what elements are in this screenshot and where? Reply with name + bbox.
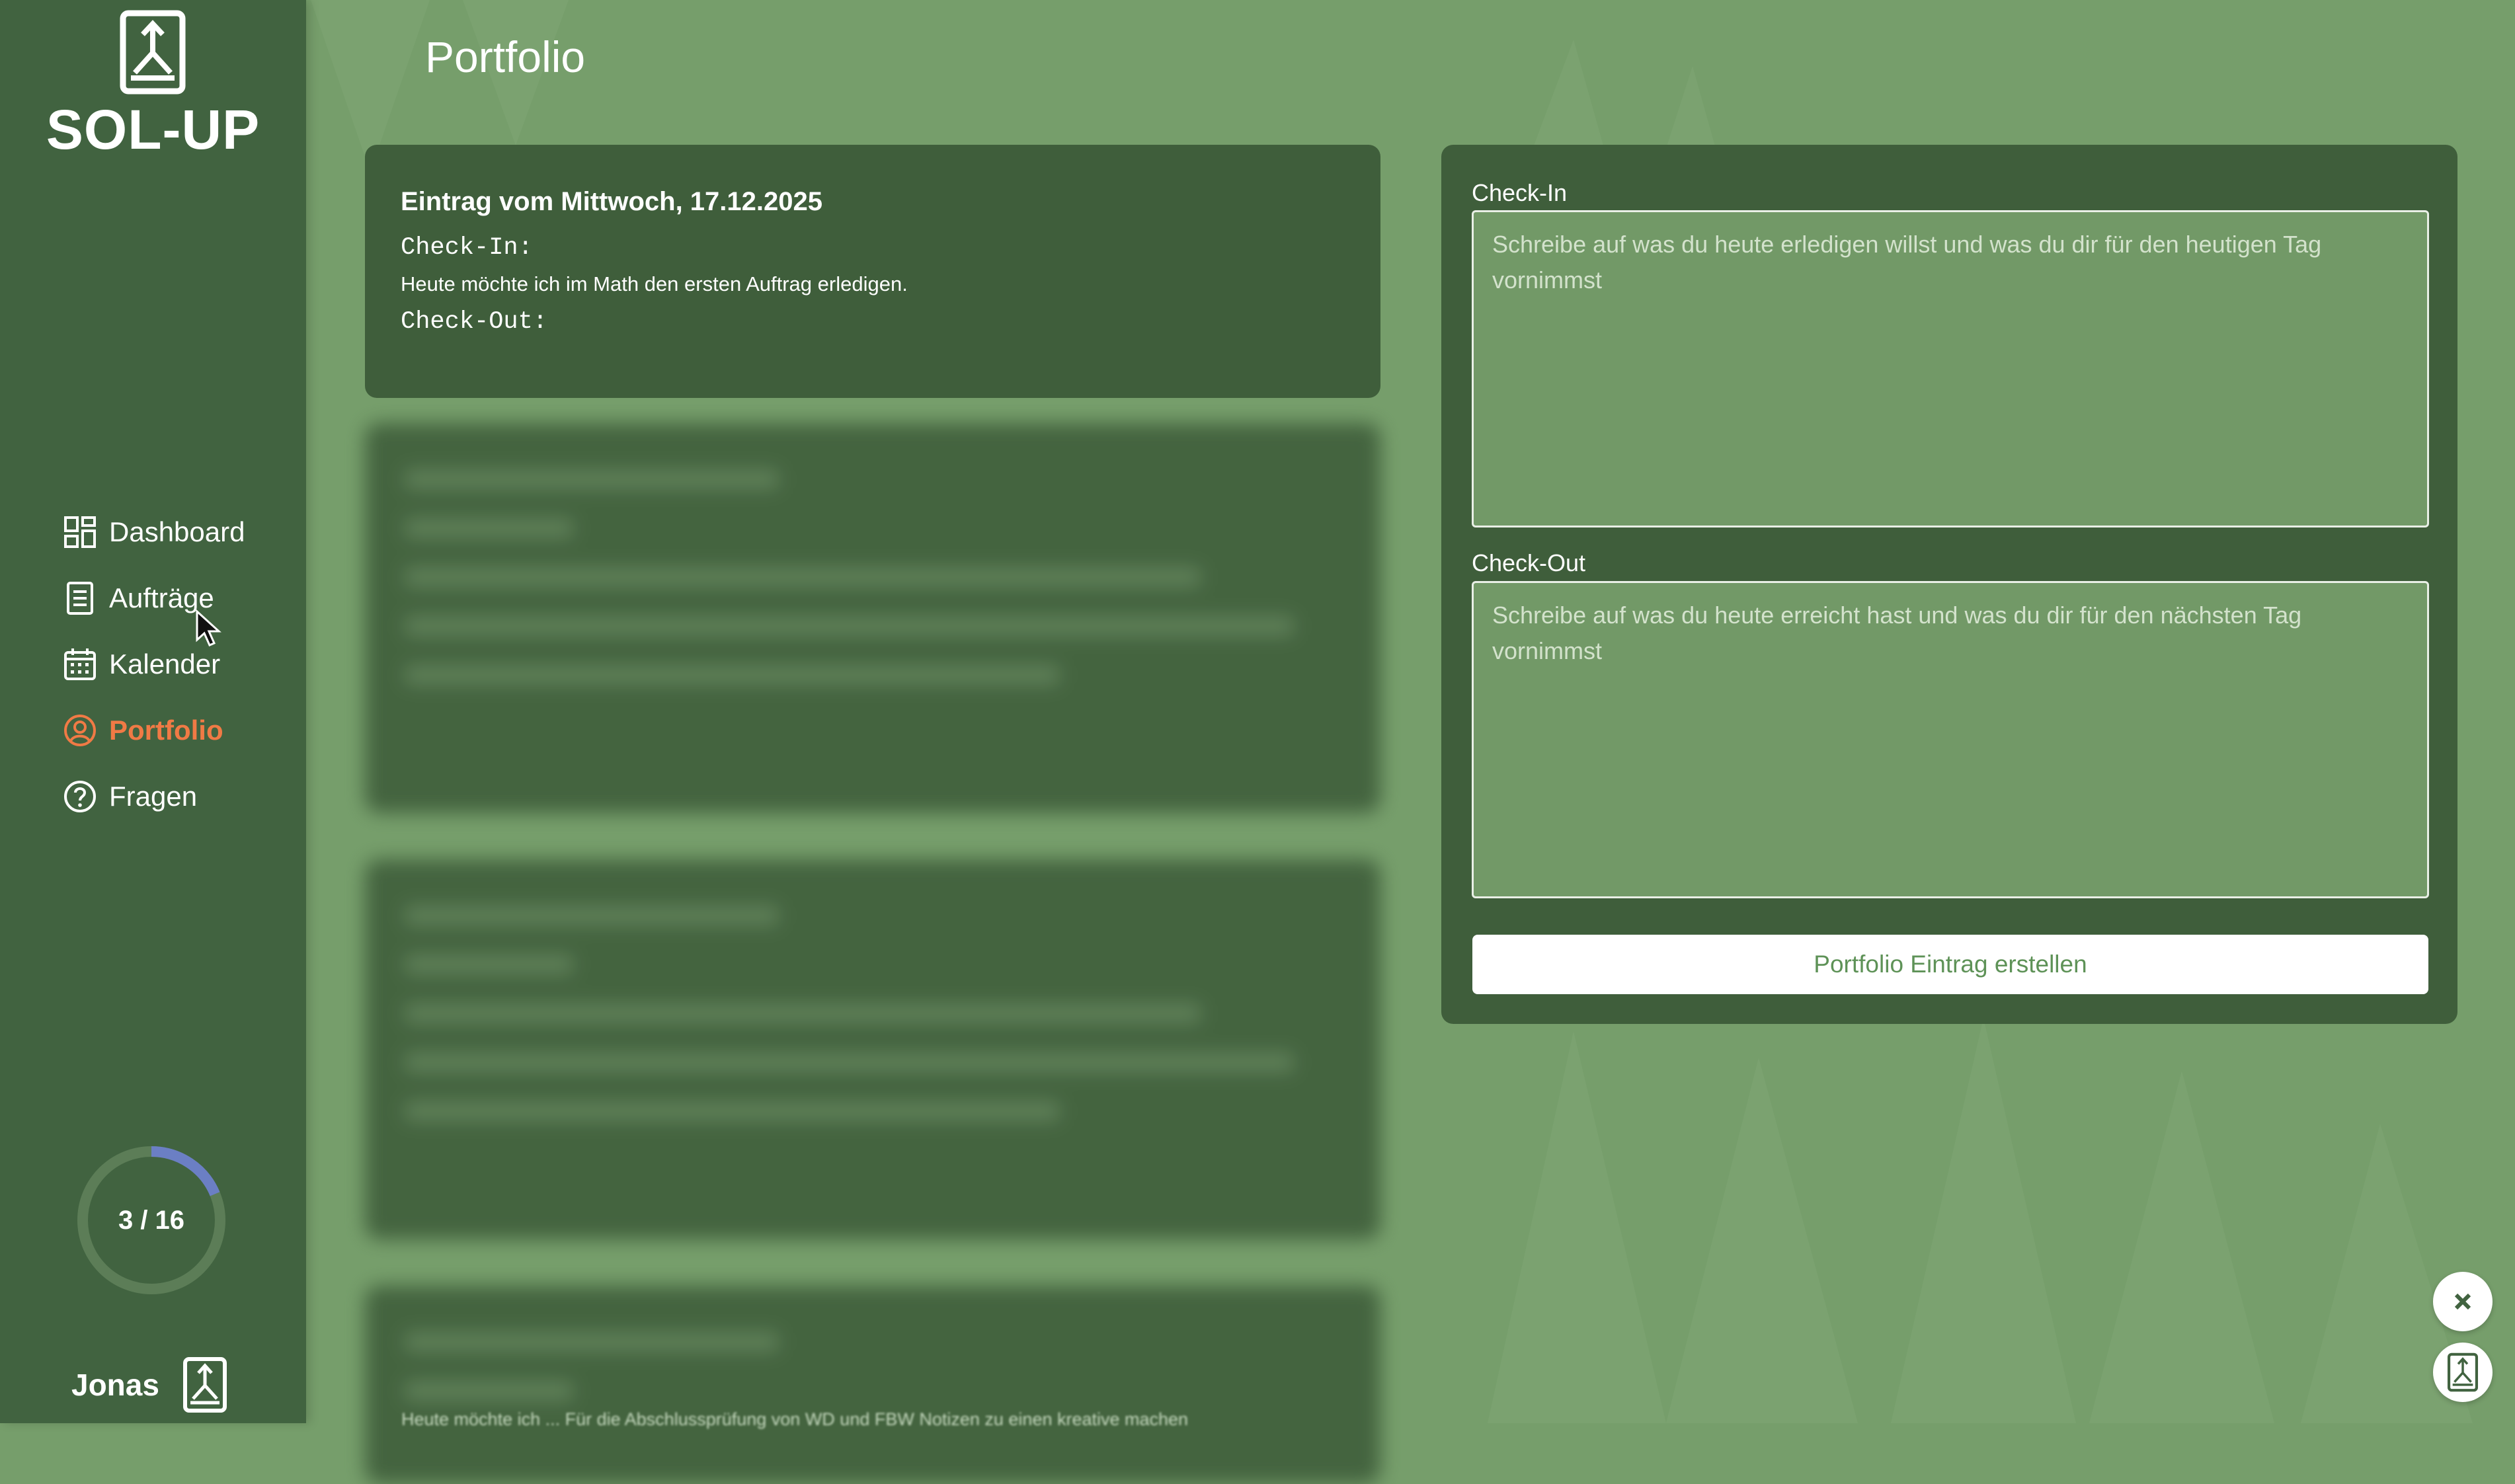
close-icon bbox=[2454, 1293, 2471, 1310]
close-button[interactable] bbox=[2433, 1272, 2493, 1331]
user-profile[interactable]: Jonas bbox=[71, 1356, 228, 1413]
sidebar-nav: Dashboard Aufträge Kalender Portfolio Fr… bbox=[63, 499, 245, 830]
checkin-label: Check-In bbox=[1472, 179, 1568, 206]
document-icon bbox=[67, 582, 93, 615]
sidebar-item-label: Fragen bbox=[109, 781, 198, 812]
blurred-entry-card bbox=[365, 423, 1380, 813]
logo-icon bbox=[2447, 1352, 2479, 1392]
user-name: Jonas bbox=[71, 1368, 159, 1402]
entry-checkout-label: Check-Out: bbox=[401, 308, 548, 336]
progress-label: 3 / 16 bbox=[118, 1205, 185, 1235]
checkout-label: Check-Out bbox=[1472, 549, 1586, 576]
sidebar-item-label: Dashboard bbox=[109, 516, 245, 547]
logo-icon[interactable] bbox=[118, 9, 188, 95]
app-name: SOL-UP bbox=[46, 98, 260, 161]
mouse-cursor bbox=[196, 609, 221, 646]
blurred-entry-card bbox=[365, 1286, 1380, 1484]
user-circle-icon bbox=[64, 715, 96, 746]
portfolio-form: Check-In Check-Out Portfolio Eintrag ers… bbox=[1441, 145, 2457, 1024]
checkout-textarea[interactable] bbox=[1472, 581, 2429, 898]
app-shortcut-button[interactable] bbox=[2433, 1343, 2493, 1402]
entry-checkin-label: Check-In: bbox=[401, 234, 533, 262]
dashboard-icon bbox=[64, 516, 96, 548]
create-entry-button[interactable]: Portfolio Eintrag erstellen bbox=[1472, 935, 2428, 994]
entry-title: Eintrag vom Mittwoch, 17.12.2025 bbox=[401, 187, 822, 216]
sidebar-item-fragen[interactable]: Fragen bbox=[63, 763, 245, 830]
portfolio-entry-card: Eintrag vom Mittwoch, 17.12.2025 Check-I… bbox=[365, 145, 1380, 398]
question-icon bbox=[64, 781, 96, 812]
entry-checkin-text: Heute möchte ich im Math den ersten Auft… bbox=[401, 272, 908, 295]
blurred-entry-text: Heute möchte ich ... Für die Abschlusspr… bbox=[401, 1409, 1189, 1429]
sidebar-item-portfolio[interactable]: Portfolio bbox=[63, 697, 245, 763]
blurred-entry-card bbox=[365, 859, 1380, 1239]
sidebar-item-dashboard[interactable]: Dashboard bbox=[63, 499, 245, 565]
checkin-textarea[interactable] bbox=[1472, 210, 2429, 527]
profile-icon bbox=[182, 1357, 227, 1413]
sidebar-item-label: Portfolio bbox=[109, 715, 223, 746]
page-title: Portfolio bbox=[425, 32, 586, 81]
sidebar: SOL-UP Dashboard Aufträge Kalender Portf… bbox=[0, 0, 306, 1423]
calendar-icon bbox=[64, 648, 96, 680]
sidebar-item-label: Kalender bbox=[109, 648, 221, 680]
